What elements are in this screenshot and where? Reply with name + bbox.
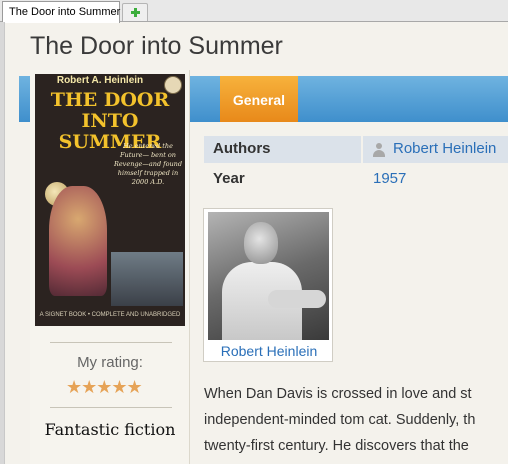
divider [50, 342, 172, 343]
description-line: twenty-first century. He discovers that … [204, 438, 469, 454]
author-link[interactable]: Robert Heinlein [393, 140, 496, 157]
year-link[interactable]: 1957 [373, 170, 406, 187]
plus-icon-vertical [134, 8, 137, 17]
rating-stars-icon[interactable]: ★★★★★ [66, 378, 156, 398]
authors-label: Authors [213, 140, 271, 157]
description-line: When Dan Davis is crossed in love and st [204, 386, 472, 402]
book-cover[interactable]: Robert A. Heinlein THE DOOR INTO SUMMER … [35, 74, 185, 326]
column-separator [361, 136, 363, 163]
tab-the-door-into-summer[interactable]: The Door into Summer [2, 1, 120, 23]
description-line: independent-minded tom cat. Suddenly, th [204, 412, 476, 428]
cover-footer-text: A SIGNET BOOK • COMPLETE AND UNABRIDGED [39, 312, 181, 318]
photo-arm [268, 290, 326, 308]
author-card[interactable]: Robert Heinlein [203, 208, 333, 362]
photo-head [244, 222, 278, 264]
cover-blurb-text: He entered the Future— bent on Revenge—a… [113, 142, 183, 186]
cover-city-art [111, 252, 183, 306]
author-photo-caption[interactable]: Robert Heinlein [204, 343, 334, 359]
cover-author-text: Robert A. Heinlein [56, 75, 144, 86]
tab-general[interactable]: General [220, 76, 298, 122]
person-icon-head [376, 143, 382, 149]
new-tab-button[interactable] [122, 3, 148, 21]
rating-label: My rating: [77, 354, 143, 371]
genre-label: Fantastic fiction [44, 420, 176, 439]
person-icon-body [373, 150, 385, 157]
person-icon [372, 143, 386, 157]
author-photo[interactable] [208, 212, 329, 340]
page-title: The Door into Summer [30, 32, 283, 60]
year-label: Year [213, 170, 245, 187]
cover-figure-art [49, 186, 107, 296]
divider [50, 407, 172, 408]
